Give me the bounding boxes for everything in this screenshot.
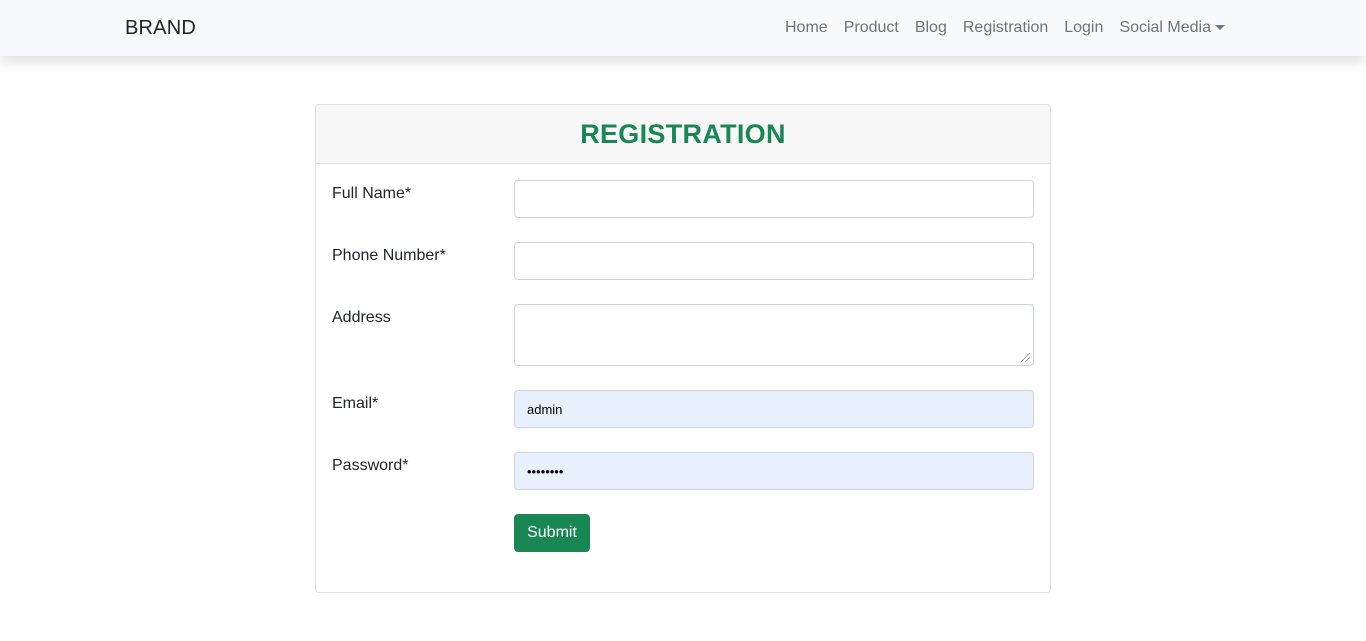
nav-dropdown-label: Social Media [1119,19,1211,36]
address-label: Address [332,309,391,326]
nav-link-home[interactable]: Home [777,16,836,40]
password-input[interactable] [514,452,1034,490]
submit-button[interactable]: Submit [514,514,590,552]
full-name-input[interactable] [514,180,1034,218]
email-label: Email* [332,395,379,412]
navbar: BRAND Home Product Blog Registration Log… [0,0,1366,56]
brand-link[interactable]: BRAND [125,16,196,40]
password-label: Password* [332,457,409,474]
nav-link-product[interactable]: Product [836,16,907,40]
nav-link-registration[interactable]: Registration [955,16,1056,40]
page-title: REGISTRATION [580,118,786,149]
nav-link-blog[interactable]: Blog [907,16,955,40]
phone-number-label: Phone Number* [332,247,446,264]
phone-number-input[interactable] [514,242,1034,280]
full-name-label: Full Name* [332,185,412,202]
registration-card: REGISTRATION Full Name* Phone Number* Ad… [315,104,1051,593]
caret-down-icon [1215,24,1225,30]
resize-handle-icon[interactable] [1021,353,1030,362]
nav-link-login[interactable]: Login [1056,16,1111,40]
nav-links: Home Product Blog Registration Login Soc… [777,0,1233,56]
card-header: REGISTRATION [316,105,1050,164]
address-textarea[interactable] [514,304,1034,366]
nav-dropdown-social-media[interactable]: Social Media [1111,16,1233,40]
email-input[interactable] [514,390,1034,428]
